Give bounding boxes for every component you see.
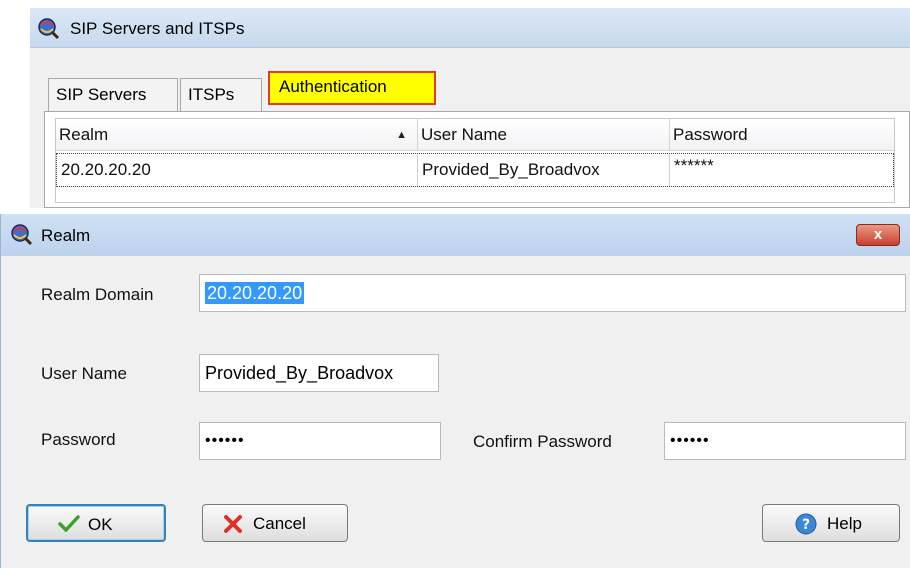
app-magnifier-icon <box>38 18 60 40</box>
cell-password: ****** <box>674 156 714 175</box>
user-name-label: User Name <box>41 364 127 383</box>
realm-domain-value: 20.20.20.20 <box>205 282 305 304</box>
authentication-grid: Realm ▲ User Name Password 20.20.20.20 P… <box>55 118 895 203</box>
authentication-panel: Realm ▲ User Name Password 20.20.20.20 P… <box>44 111 910 208</box>
checkmark-icon <box>58 515 80 532</box>
app-magnifier-icon <box>11 224 33 246</box>
realm-dialog: Realm x Realm Domain 20.20.20.20 User Na… <box>0 214 910 568</box>
column-header-realm-label: Realm <box>59 125 109 144</box>
ok-button[interactable]: OK <box>26 504 166 542</box>
dialog-title: Realm <box>41 226 91 245</box>
tab-itsps[interactable]: ITSPs <box>180 78 262 112</box>
grid-header: Realm ▲ User Name Password <box>56 119 894 151</box>
sort-ascending-icon: ▲ <box>396 129 407 141</box>
cell-user-name: Provided_By_Broadvox <box>418 154 670 186</box>
column-header-user-name[interactable]: User Name <box>418 119 670 151</box>
help-label: Help <box>827 514 862 533</box>
tab-authentication[interactable]: Authentication <box>268 71 436 105</box>
confirm-password-input[interactable]: •••••• <box>664 422 906 460</box>
close-button[interactable]: x <box>856 224 900 246</box>
cell-realm: 20.20.20.20 <box>57 154 418 186</box>
sip-servers-window: SIP Servers and ITSPs SIP Servers ITSPs … <box>30 8 910 208</box>
realm-domain-label: Realm Domain <box>41 285 154 304</box>
cancel-button[interactable]: Cancel <box>202 504 348 542</box>
cancel-label: Cancel <box>253 514 306 533</box>
window-title: SIP Servers and ITSPs <box>70 19 245 38</box>
column-header-realm[interactable]: Realm ▲ <box>56 119 418 151</box>
realm-domain-input[interactable]: 20.20.20.20 <box>199 274 906 312</box>
dialog-titlebar: Realm x <box>1 214 910 256</box>
confirm-password-label: Confirm Password <box>473 432 612 451</box>
table-row[interactable]: 20.20.20.20 Provided_By_Broadvox ****** <box>56 153 894 187</box>
user-name-input[interactable]: Provided_By_Broadvox <box>199 354 439 392</box>
column-header-password[interactable]: Password <box>670 119 894 151</box>
password-input[interactable]: •••••• <box>199 422 441 460</box>
help-question-icon: ? <box>795 513 817 535</box>
help-button[interactable]: ? Help <box>762 504 900 542</box>
tab-sip-servers[interactable]: SIP Servers <box>48 78 178 112</box>
password-label: Password <box>41 430 116 449</box>
window-titlebar: SIP Servers and ITSPs <box>30 8 910 48</box>
svg-text:?: ? <box>802 517 810 533</box>
cancel-x-icon <box>224 515 242 533</box>
ok-label: OK <box>88 515 113 534</box>
close-icon: x <box>873 226 883 243</box>
